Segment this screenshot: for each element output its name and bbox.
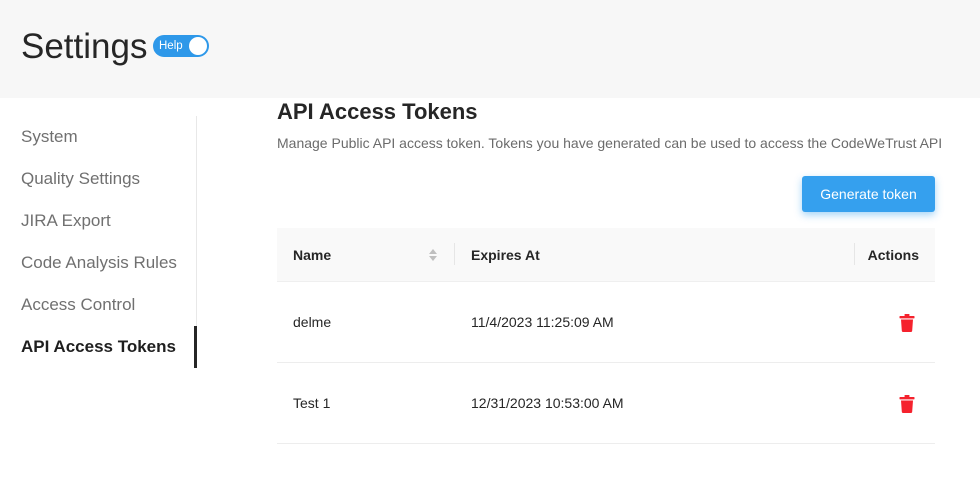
toggle-knob	[189, 37, 207, 55]
help-toggle-label: Help	[159, 40, 183, 52]
sidebar-item-api-access-tokens[interactable]: API Access Tokens	[21, 326, 197, 368]
sidebar-item-jira-export[interactable]: JIRA Export	[21, 200, 197, 242]
generate-token-button[interactable]: Generate token	[802, 176, 935, 212]
help-toggle[interactable]: Help	[153, 35, 209, 57]
sidebar-active-indicator	[194, 326, 197, 368]
table-row: delme 11/4/2023 11:25:09 AM	[277, 282, 935, 363]
column-divider	[854, 243, 855, 265]
trash-icon[interactable]	[899, 314, 915, 332]
section-description: Manage Public API access token. Tokens y…	[277, 135, 943, 151]
sort-icon[interactable]	[428, 248, 438, 262]
sidebar-item-access-control[interactable]: Access Control	[21, 284, 197, 326]
token-expires: 11/4/2023 11:25:09 AM	[471, 314, 614, 330]
sidebar-item-code-analysis-rules[interactable]: Code Analysis Rules	[21, 242, 197, 284]
table-row: Test 1 12/31/2023 10:53:00 AM	[277, 363, 935, 444]
column-header-expires: Expires At	[471, 247, 540, 263]
page-header: Settings Help	[0, 0, 980, 98]
column-header-name[interactable]: Name	[293, 228, 443, 282]
trash-icon[interactable]	[899, 395, 915, 413]
sidebar-item-quality-settings[interactable]: Quality Settings	[21, 158, 197, 200]
column-divider	[454, 243, 455, 265]
sidebar-item-system[interactable]: System	[21, 116, 197, 158]
token-expires: 12/31/2023 10:53:00 AM	[471, 395, 624, 411]
token-name: Test 1	[293, 395, 331, 411]
tokens-table: Name Expires At Actions delme 11/4/2023 …	[277, 228, 935, 444]
section-title: API Access Tokens	[277, 99, 478, 124]
token-name: delme	[293, 314, 332, 330]
page-title: Settings	[21, 27, 148, 66]
column-header-actions: Actions	[867, 247, 919, 263]
table-header: Name Expires At Actions	[277, 228, 935, 282]
